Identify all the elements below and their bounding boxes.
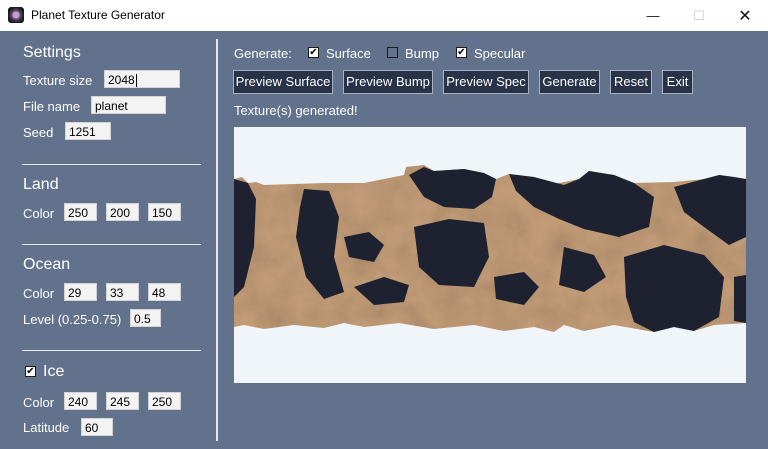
preview-surface-button[interactable]: Preview Surface	[233, 70, 333, 94]
file-name-label: File name	[23, 99, 81, 114]
ice-color-r-input[interactable]: 240	[64, 392, 97, 410]
ice-color-b-input[interactable]: 250	[148, 392, 181, 410]
ice-checkbox[interactable]: ✔	[25, 366, 36, 377]
specular-checkbox[interactable]: ✔	[456, 47, 467, 58]
text-caret	[135, 74, 137, 88]
ocean-color-b-input[interactable]: 48	[148, 283, 181, 301]
planet-texture-image	[234, 127, 746, 383]
specular-label: Specular	[474, 46, 526, 61]
surface-label: Surface	[326, 46, 371, 61]
seed-label: Seed	[23, 125, 54, 140]
bump-checkbox[interactable]	[387, 47, 398, 58]
land-color-r-input[interactable]: 250	[64, 203, 97, 221]
ocean-color-r-input[interactable]: 29	[64, 283, 97, 301]
ocean-heading: Ocean	[23, 256, 71, 273]
close-button[interactable]: ✕	[722, 0, 768, 31]
exit-button[interactable]: Exit	[662, 70, 693, 94]
checkmark-icon: ✔	[26, 365, 35, 377]
main-panel: Settings Texture size 2048 File name pla…	[0, 31, 768, 449]
surface-checkbox[interactable]: ✔	[308, 47, 319, 58]
file-name-input[interactable]: planet	[91, 96, 166, 114]
vertical-divider	[216, 39, 218, 441]
maximize-icon: ☐	[693, 7, 705, 23]
generate-label: Generate:	[234, 46, 292, 61]
planet-app-icon	[8, 7, 24, 23]
status-text: Texture(s) generated!	[234, 103, 358, 118]
generate-button[interactable]: Generate	[539, 70, 600, 94]
ocean-color-label: Color	[23, 286, 55, 301]
close-icon: ✕	[738, 7, 752, 25]
land-color-g-input[interactable]: 200	[106, 203, 139, 221]
divider	[22, 164, 201, 165]
divider	[22, 350, 201, 351]
ocean-level-label: Level (0.25-0.75)	[23, 312, 122, 327]
maximize-button[interactable]: ☐	[676, 0, 722, 31]
window-title: Planet Texture Generator	[31, 8, 165, 22]
divider	[22, 244, 201, 245]
texture-size-input[interactable]: 2048	[104, 70, 180, 88]
reset-button[interactable]: Reset	[610, 70, 652, 94]
title-bar: Planet Texture Generator — ☐ ✕	[0, 0, 768, 31]
preview-spec-button[interactable]: Preview Spec	[443, 70, 529, 94]
ice-latitude-input[interactable]: 60	[81, 418, 113, 436]
ice-heading: Ice	[43, 363, 65, 380]
texture-size-value: 2048	[108, 73, 135, 87]
texture-size-label: Texture size	[23, 73, 93, 88]
seed-input[interactable]: 1251	[65, 122, 111, 140]
checkmark-icon: ✔	[309, 46, 318, 58]
texture-preview	[234, 127, 746, 383]
ice-color-label: Color	[23, 395, 55, 410]
ice-latitude-label: Latitude	[23, 420, 70, 435]
checkmark-icon: ✔	[457, 46, 466, 58]
minimize-button[interactable]: —	[630, 0, 676, 31]
settings-heading: Settings	[23, 44, 81, 61]
ice-color-g-input[interactable]: 245	[106, 392, 139, 410]
land-color-b-input[interactable]: 150	[148, 203, 181, 221]
land-heading: Land	[23, 176, 59, 193]
minimize-icon: —	[646, 8, 660, 23]
ocean-level-input[interactable]: 0.5	[130, 309, 161, 327]
preview-bump-button[interactable]: Preview Bump	[343, 70, 433, 94]
ocean-color-g-input[interactable]: 33	[106, 283, 139, 301]
bump-label: Bump	[405, 46, 439, 61]
land-color-label: Color	[23, 206, 55, 221]
